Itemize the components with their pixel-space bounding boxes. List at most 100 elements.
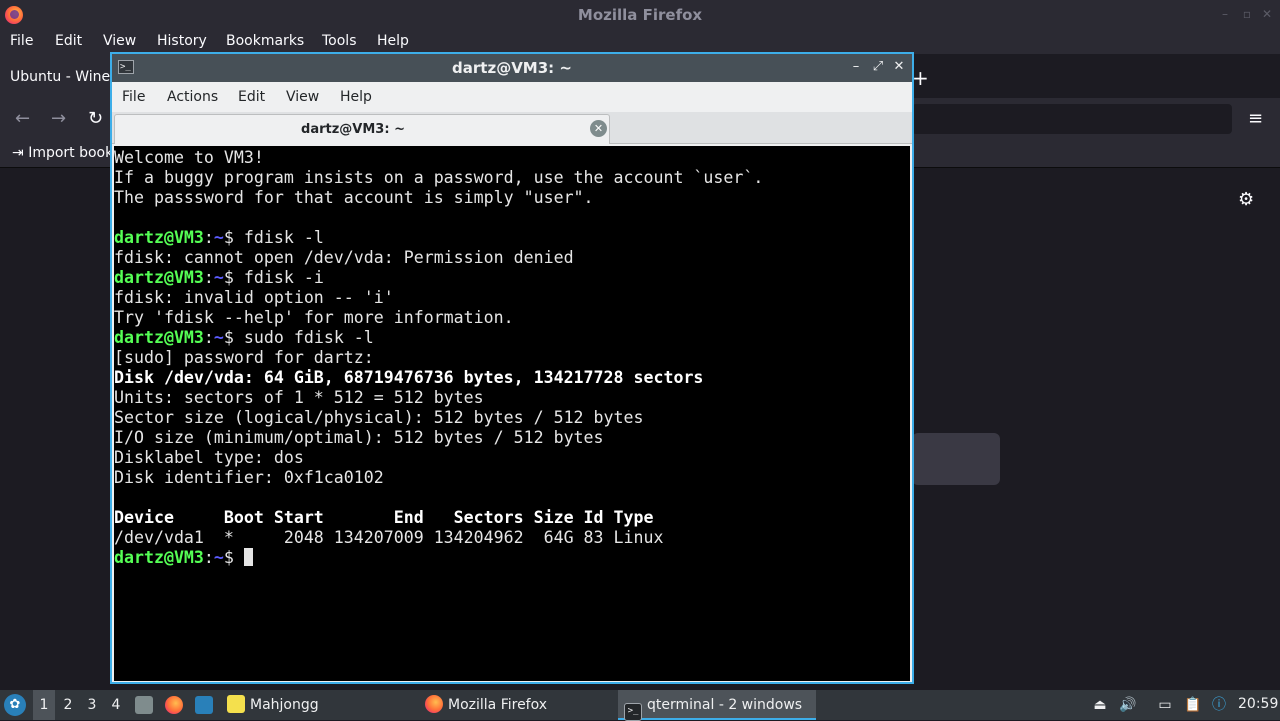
terminal-screen[interactable]: Welcome to VM3! If a buggy program insist… <box>114 146 910 681</box>
terminal-menu-actions[interactable]: Actions <box>167 89 218 105</box>
import-bookmarks-button[interactable]: ⇥ Import book <box>12 145 113 161</box>
gear-icon[interactable]: ⚙ <box>1238 189 1254 210</box>
menu-history[interactable]: History <box>157 33 207 49</box>
prompt-command: $ fdisk -l <box>223 228 324 247</box>
terminal-tabbar: dartz@VM3: ~ ✕ <box>112 112 912 144</box>
terminal-output-line: If a buggy program insists on a password… <box>114 168 763 188</box>
task-mahjongg[interactable]: Mahjongg <box>222 690 412 720</box>
close-icon[interactable]: ✕ <box>891 59 907 75</box>
terminal-text: /dev/vda1 * 2048 134207009 134204962 64G… <box>114 528 664 547</box>
menu-file[interactable]: File <box>10 33 33 49</box>
menu-edit[interactable]: Edit <box>55 33 82 49</box>
minimize-icon[interactable]: – <box>1218 7 1232 21</box>
terminal-titlebar[interactable]: >_ dartz@VM3: ~ – ⤢ ✕ <box>112 54 912 82</box>
terminal-output-line: Units: sectors of 1 * 512 = 512 bytes <box>114 388 763 408</box>
prompt-path: ~ <box>213 228 224 247</box>
menu-tools[interactable]: Tools <box>322 33 357 49</box>
menu-bookmarks[interactable]: Bookmarks <box>226 33 304 49</box>
mahjongg-icon <box>227 695 245 713</box>
forward-arrow-icon[interactable]: → <box>51 108 66 129</box>
hamburger-menu-icon[interactable]: ≡ <box>1248 108 1263 129</box>
updates-icon[interactable]: ⓘ <box>1210 696 1228 714</box>
terminal-output-line: Device Boot Start End Sectors Size Id Ty… <box>114 508 763 528</box>
reload-icon[interactable]: ↻ <box>88 108 103 129</box>
prompt-path: ~ <box>213 328 224 347</box>
url-bar[interactable] <box>912 104 1232 134</box>
terminal-menu-help[interactable]: Help <box>340 89 372 105</box>
terminal-prompt-line: dartz@VM3:~$ fdisk -l <box>114 228 763 248</box>
terminal-text: Try 'fdisk --help' for more information. <box>114 308 514 327</box>
desktop-icon[interactable] <box>195 696 213 714</box>
task-qterminal-label: qterminal - 2 windows <box>647 697 803 713</box>
menu-view[interactable]: View <box>103 33 136 49</box>
terminal-text: fdisk: cannot open /dev/vda: Permission … <box>114 248 574 267</box>
firefox-titlebar: Mozilla Firefox – ▫ ✕ <box>0 0 1280 30</box>
terminal-output: Welcome to VM3! If a buggy program insist… <box>114 148 763 568</box>
terminal-output-line: [sudo] password for dartz: <box>114 348 763 368</box>
terminal-text: Disklabel type: dos <box>114 448 304 467</box>
network-icon[interactable]: ▭ <box>1156 696 1174 714</box>
firefox-launcher-icon[interactable] <box>165 696 183 714</box>
terminal-menu-file[interactable]: File <box>122 89 145 105</box>
taskbar: ✿ 1 2 3 4 Mahjongg Mozilla Firefox >_ qte… <box>0 690 1280 721</box>
plus-icon[interactable]: + <box>912 66 929 90</box>
terminal-cursor <box>243 548 253 566</box>
tab-close-icon[interactable]: ✕ <box>590 120 607 137</box>
terminal-output-line: Disk identifier: 0xf1ca0102 <box>114 468 763 488</box>
task-firefox[interactable]: Mozilla Firefox <box>420 690 610 720</box>
terminal-icon: >_ <box>624 703 642 721</box>
eject-icon[interactable]: ⏏ <box>1091 696 1109 714</box>
terminal-menu-view[interactable]: View <box>286 89 319 105</box>
clock[interactable]: 20:59 <box>1238 696 1278 712</box>
terminal-prompt-line: dartz@VM3:~$ sudo fdisk -l <box>114 328 763 348</box>
workspace-1[interactable]: 1 <box>33 690 55 720</box>
clipboard-icon[interactable]: 📋 <box>1184 696 1202 714</box>
terminal-text: If a buggy program insists on a password… <box>114 168 764 187</box>
terminal-menu-edit[interactable]: Edit <box>238 89 265 105</box>
prompt-separator: : <box>203 228 214 247</box>
workspace-2[interactable]: 2 <box>57 690 79 720</box>
terminal-output-line: Disklabel type: dos <box>114 448 763 468</box>
file-manager-icon[interactable] <box>135 696 153 714</box>
start-menu-icon[interactable]: ✿ <box>4 694 26 716</box>
volume-icon[interactable]: 🔊 <box>1119 696 1137 714</box>
maximize-icon[interactable]: ⤢ <box>870 59 886 75</box>
terminal-text: Disk /dev/vda: 64 GiB, 68719476736 bytes… <box>114 368 704 387</box>
minimize-icon[interactable]: – <box>848 59 864 75</box>
prompt-separator: : <box>203 548 214 567</box>
prompt-command: $ fdisk -i <box>223 268 324 287</box>
menu-help[interactable]: Help <box>377 33 409 49</box>
task-mahjongg-label: Mahjongg <box>250 697 319 713</box>
workspace-3[interactable]: 3 <box>81 690 103 720</box>
firefox-menubar: File Edit View History Bookmarks Tools H… <box>0 30 1280 54</box>
terminal-text: [sudo] password for dartz: <box>114 348 374 367</box>
prompt-separator: : <box>203 268 214 287</box>
terminal-prompt-line: dartz@VM3:~$ fdisk -i <box>114 268 763 288</box>
terminal-output-line: The passsword for that account is simply… <box>114 188 763 208</box>
prompt-user: dartz@VM3 <box>114 328 204 347</box>
terminal-text: fdisk: invalid option -- 'i' <box>114 288 394 307</box>
terminal-output-line: fdisk: invalid option -- 'i' <box>114 288 763 308</box>
firefox-icon <box>425 695 443 713</box>
terminal-window-title: dartz@VM3: ~ <box>452 59 572 77</box>
back-arrow-icon[interactable]: ← <box>15 108 30 129</box>
terminal-text: Units: sectors of 1 * 512 = 512 bytes <box>114 388 484 407</box>
prompt-user: dartz@VM3 <box>114 228 204 247</box>
close-icon[interactable]: ✕ <box>1260 7 1274 21</box>
terminal-text: I/O size (minimum/optimal): 512 bytes / … <box>114 428 604 447</box>
terminal-prompt-line: dartz@VM3:~$ <box>114 548 763 568</box>
terminal-output-line: Try 'fdisk --help' for more information. <box>114 308 763 328</box>
maximize-icon[interactable]: ▫ <box>1240 7 1254 21</box>
task-qterminal[interactable]: >_ qterminal - 2 windows <box>618 690 816 721</box>
prompt-path: ~ <box>213 268 224 287</box>
terminal-tab[interactable]: dartz@VM3: ~ ✕ <box>114 114 610 144</box>
terminal-output-line: Sector size (logical/physical): 512 byte… <box>114 408 763 428</box>
content-card[interactable] <box>912 433 1000 485</box>
terminal-text: Welcome to VM3! <box>114 148 264 167</box>
prompt-command: $ sudo fdisk -l <box>223 328 374 347</box>
prompt-separator: : <box>203 328 214 347</box>
terminal-tab-label: dartz@VM3: ~ <box>301 122 405 137</box>
workspace-4[interactable]: 4 <box>105 690 127 720</box>
import-bookmarks-label: Import book <box>28 145 114 161</box>
